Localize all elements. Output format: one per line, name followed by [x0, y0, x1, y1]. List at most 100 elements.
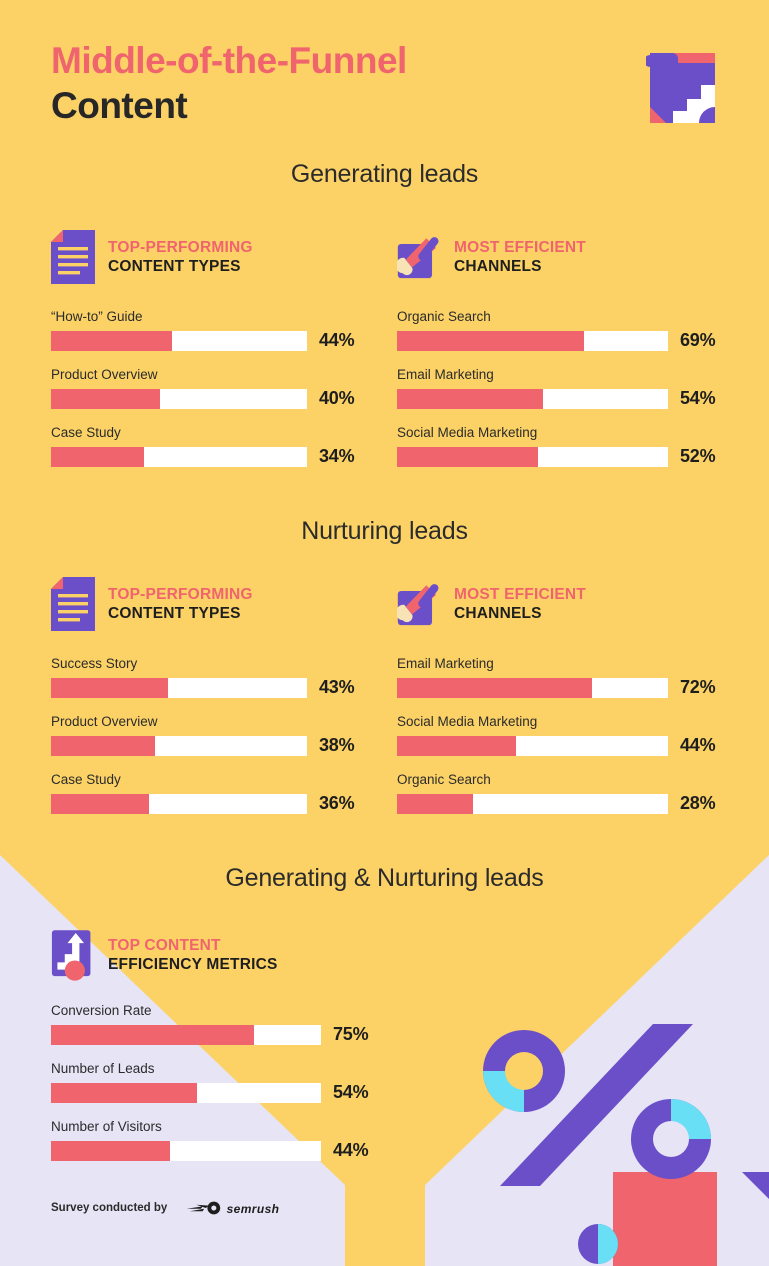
bar-track [51, 793, 307, 814]
bar-fill [51, 1082, 197, 1103]
bar-percent: 28% [680, 793, 716, 813]
block-kicker: MOST EFFICIENT [454, 239, 586, 256]
growth-chart-icon [51, 930, 91, 981]
bar-track [51, 330, 307, 351]
megaphone-icon [397, 237, 439, 279]
bar-label: Email Marketing [397, 656, 494, 671]
footer-credit: Survey conducted by semrush [51, 1200, 301, 1216]
bar-track [51, 1140, 321, 1161]
bar-track [51, 388, 307, 409]
bar-fill [397, 388, 544, 409]
bar-label: Conversion Rate [51, 1003, 152, 1018]
bar-label: Product Overview [51, 367, 158, 382]
block-subtitle: EFFICIENCY METRICS [108, 956, 278, 973]
bar-percent: 44% [319, 330, 355, 350]
block-subtitle: CHANNELS [454, 605, 542, 622]
bar-label: Product Overview [51, 714, 158, 729]
bars-generating-content-types: “How-to” Guide 44% Product Overview 40% [51, 308, 355, 482]
bar-label: Number of Leads [51, 1061, 155, 1076]
bar-label: “How-to” Guide [51, 309, 143, 324]
document-icon [51, 577, 95, 631]
bar-label: Organic Search [397, 772, 491, 787]
bar-row: Product Overview 40% [51, 366, 355, 424]
block-kicker: TOP CONTENT [108, 937, 221, 954]
section-heading-generating-nurturing: Generating & Nurturing leads [225, 864, 544, 892]
bar-fill [51, 735, 155, 756]
bar-track [51, 446, 307, 467]
block-header-nurturing-content-types: TOP-PERFORMING CONTENT TYPES [51, 577, 253, 631]
block-kicker: TOP-PERFORMING [108, 586, 253, 603]
bar-fill [51, 793, 150, 814]
bar-fill [397, 330, 584, 351]
bar-row: Email Marketing 72% [397, 655, 716, 713]
page-title-line1: Middle-of-the-Funnel [51, 40, 407, 81]
bar-track [397, 330, 668, 351]
bar-label: Success Story [51, 656, 138, 671]
block-subtitle: CHANNELS [454, 258, 542, 275]
bar-row: Social Media Marketing 44% [397, 713, 716, 771]
page-title-line2: Content [51, 85, 188, 126]
bar-percent: 72% [680, 677, 716, 697]
block-header-generating-channels: MOST EFFICIENT CHANNELS [397, 230, 586, 284]
svg-text:semrush: semrush [227, 1202, 280, 1216]
bar-track [51, 677, 307, 698]
block-subtitle: CONTENT TYPES [108, 605, 241, 622]
bar-fill [51, 677, 168, 698]
block-subtitle: CONTENT TYPES [108, 258, 241, 275]
bar-label: Email Marketing [397, 367, 494, 382]
bar-row: Product Overview 38% [51, 713, 355, 771]
bar-row: Email Marketing 54% [397, 366, 716, 424]
bar-percent: 69% [680, 330, 716, 350]
section-heading-nurturing: Nurturing leads [301, 517, 468, 545]
bar-fill [51, 330, 173, 351]
bar-row: Conversion Rate 75% [51, 1002, 369, 1060]
bar-fill [397, 793, 473, 814]
bar-percent: 40% [319, 388, 355, 408]
bars-efficiency-metrics: Conversion Rate 75% Number of Leads 54% [51, 1002, 369, 1176]
bar-percent: 38% [319, 735, 355, 755]
megaphone-icon [397, 584, 439, 626]
bar-row: Number of Visitors 44% [51, 1118, 369, 1176]
block-header-efficiency-metrics: TOP CONTENT EFFICIENCY METRICS [51, 928, 278, 982]
bar-row: Social Media Marketing 52% [397, 424, 716, 482]
bar-label: Organic Search [397, 309, 491, 324]
bar-fill [397, 446, 538, 467]
bar-percent: 54% [333, 1082, 369, 1102]
page-header: Middle-of-the-Funnel Content [51, 38, 407, 128]
bar-label: Social Media Marketing [397, 714, 538, 729]
bar-track [397, 793, 668, 814]
bar-row: Organic Search 69% [397, 308, 716, 366]
bar-row: “How-to” Guide 44% [51, 308, 355, 366]
bar-percent: 43% [319, 677, 355, 697]
bar-track [51, 1024, 321, 1045]
bar-row: Organic Search 28% [397, 771, 716, 829]
bar-fill [51, 446, 144, 467]
infographic-canvas: Middle-of-the-Funnel Content Generating … [0, 0, 769, 1266]
bar-fill [51, 1140, 170, 1161]
bar-label: Number of Visitors [51, 1119, 162, 1134]
bar-percent: 52% [680, 446, 716, 466]
bar-row: Success Story 43% [51, 655, 355, 713]
bar-percent: 75% [333, 1024, 369, 1044]
bar-track [51, 1082, 321, 1103]
block-kicker: TOP-PERFORMING [108, 239, 253, 256]
semrush-comet-logo: semrush [186, 1201, 280, 1216]
bar-fill [51, 1024, 254, 1045]
bars-generating-channels: Organic Search 69% Email Marketing 54% S… [397, 308, 716, 482]
bar-row: Case Study 34% [51, 424, 355, 482]
bar-track [397, 446, 668, 467]
bar-label: Case Study [51, 772, 121, 787]
bar-row: Case Study 36% [51, 771, 355, 829]
block-header-nurturing-channels: MOST EFFICIENT CHANNELS [397, 577, 586, 631]
footer-credit-text: Survey conducted by [51, 1202, 168, 1214]
document-icon [51, 230, 95, 284]
bar-fill [397, 735, 517, 756]
block-kicker: MOST EFFICIENT [454, 586, 586, 603]
bar-percent: 34% [319, 446, 355, 466]
bar-percent: 36% [319, 793, 355, 813]
bars-nurturing-content-types: Success Story 43% Product Overview 38% C… [51, 655, 355, 829]
bar-fill [397, 677, 593, 698]
block-header-generating-content-types: TOP-PERFORMING CONTENT TYPES [51, 230, 253, 284]
bar-track [397, 677, 668, 698]
bars-nurturing-channels: Email Marketing 72% Social Media Marketi… [397, 655, 716, 829]
